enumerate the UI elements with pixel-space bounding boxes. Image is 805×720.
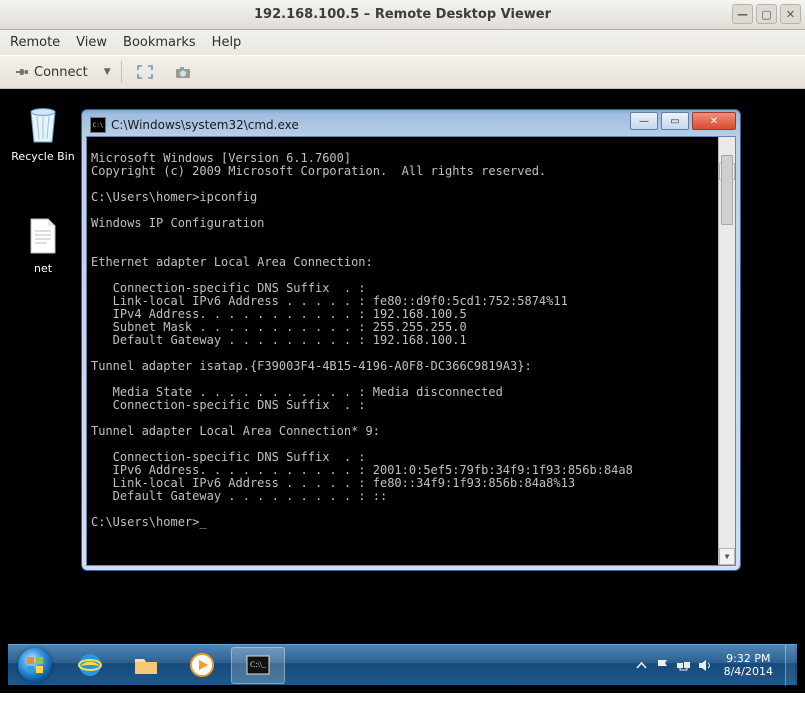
show-desktop-button[interactable] <box>785 645 795 686</box>
flag-icon[interactable] <box>655 658 670 673</box>
cmd-maximize-button[interactable]: ▭ <box>661 112 689 130</box>
cmd-taskbar-icon: C:\\_ <box>244 651 272 679</box>
taskbar-clock[interactable]: 9:32 PM 8/4/2014 <box>718 652 779 678</box>
cmd-title-text: C:\Windows\system32\cmd.exe <box>111 118 299 132</box>
menubar: Remote View Bookmarks Help <box>0 30 805 55</box>
screenshot-button[interactable] <box>168 61 198 83</box>
scroll-down-arrow[interactable]: ▼ <box>719 548 735 565</box>
chevron-up-icon[interactable] <box>634 658 649 673</box>
outer-window-bottom <box>0 693 805 720</box>
windows-desktop[interactable]: Recycle Bin net C:\Windows\system32\cmd.… <box>8 97 797 685</box>
desktop-icon-label: net <box>34 262 52 275</box>
camera-icon <box>174 64 192 80</box>
taskbar-time: 9:32 PM <box>724 652 773 665</box>
outer-window-titlebar: 192.168.100.5 – Remote Desktop Viewer — … <box>0 0 805 30</box>
connect-button[interactable]: Connect <box>8 62 94 83</box>
menu-remote[interactable]: Remote <box>10 35 60 50</box>
taskbar-explorer[interactable] <box>119 647 173 684</box>
menu-help[interactable]: Help <box>212 35 242 50</box>
mediaplayer-icon <box>188 651 216 679</box>
taskbar: C:\\_ 9:32 PM 8/4/2014 <box>8 644 797 685</box>
taskbar-cmd[interactable]: C:\\_ <box>231 647 285 684</box>
folder-icon <box>132 651 160 679</box>
outer-window-title: 192.168.100.5 – Remote Desktop Viewer <box>254 7 551 22</box>
cmd-output[interactable]: Microsoft Windows [Version 6.1.7600] Cop… <box>86 136 736 566</box>
cmd-titlebar[interactable]: C:\Windows\system32\cmd.exe — ▭ ✕ <box>86 114 736 136</box>
desktop-icon-net[interactable]: net <box>8 213 78 275</box>
windows-orb-icon <box>18 648 52 682</box>
ie-icon <box>76 651 104 679</box>
speaker-icon[interactable] <box>697 658 712 673</box>
menu-view[interactable]: View <box>76 35 107 50</box>
close-button[interactable]: ✕ <box>780 4 801 24</box>
taskbar-date: 8/4/2014 <box>724 665 773 678</box>
fullscreen-icon <box>136 64 154 80</box>
scroll-thumb[interactable] <box>721 155 733 225</box>
desktop-icon-recycle-bin[interactable]: Recycle Bin <box>8 101 78 163</box>
cmd-window[interactable]: C:\Windows\system32\cmd.exe — ▭ ✕ Micros… <box>81 109 741 571</box>
taskbar-wmp[interactable] <box>175 647 229 684</box>
svg-text:C:\\_: C:\\_ <box>250 660 267 669</box>
recycle-bin-icon <box>23 102 63 146</box>
menu-bookmarks[interactable]: Bookmarks <box>123 35 196 50</box>
remote-desktop-viewport: Recycle Bin net C:\Windows\system32\cmd.… <box>0 89 805 693</box>
taskbar-ie[interactable] <box>63 647 117 684</box>
plug-icon <box>14 65 30 79</box>
toolbar-separator <box>121 61 122 83</box>
connect-dropdown[interactable]: ▼ <box>102 67 113 77</box>
cmd-icon <box>90 117 106 133</box>
fullscreen-button[interactable] <box>130 61 160 83</box>
network-icon[interactable] <box>676 658 691 673</box>
cmd-minimize-button[interactable]: — <box>630 112 658 130</box>
start-button[interactable] <box>8 645 62 686</box>
text-file-icon <box>28 218 58 254</box>
desktop-icon-label: Recycle Bin <box>11 150 74 163</box>
connect-label: Connect <box>34 65 88 80</box>
cmd-close-button[interactable]: ✕ <box>692 112 736 130</box>
cmd-text: Microsoft Windows [Version 6.1.7600] Cop… <box>91 152 733 529</box>
toolbar: Connect ▼ <box>0 55 805 89</box>
maximize-button[interactable]: ▢ <box>756 4 777 24</box>
system-tray: 9:32 PM 8/4/2014 <box>634 645 797 686</box>
cmd-scrollbar[interactable]: ▲ ▼ <box>718 137 735 565</box>
minimize-button[interactable]: — <box>732 4 753 24</box>
